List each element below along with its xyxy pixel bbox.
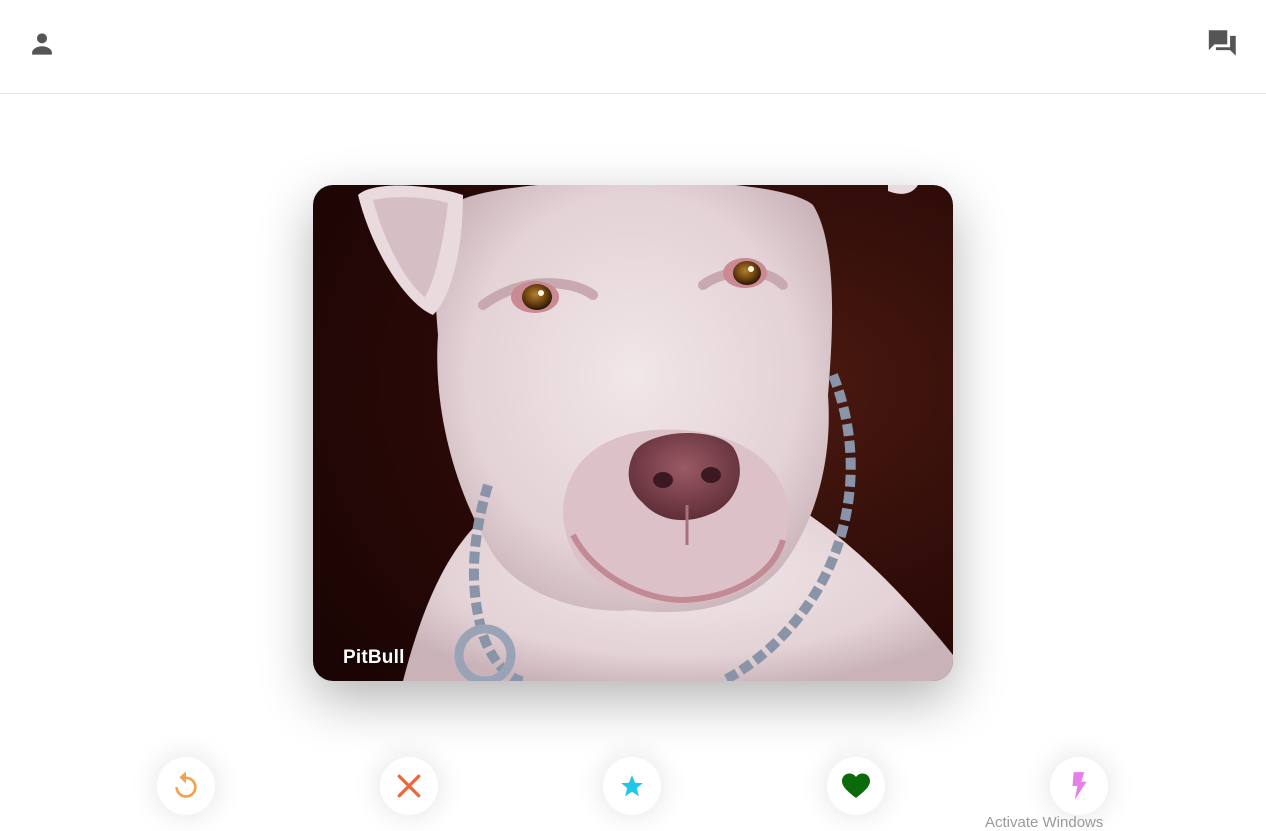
- flash-icon: [1072, 772, 1087, 800]
- person-icon: [32, 33, 52, 55]
- replay-icon: [175, 771, 197, 798]
- profile-card[interactable]: PitBull: [313, 185, 953, 681]
- profile-button[interactable]: [22, 23, 62, 63]
- windows-activation-watermark: Activate Windows: [985, 814, 1104, 831]
- rewind-button[interactable]: [157, 757, 215, 815]
- forum-icon: [1208, 30, 1236, 56]
- nope-button[interactable]: [380, 757, 438, 815]
- super-like-button[interactable]: [603, 757, 661, 815]
- chats-button[interactable]: [1203, 23, 1243, 63]
- card-name: PitBull: [343, 647, 405, 668]
- top-header: [0, 0, 1266, 94]
- heart-icon: [842, 773, 870, 798]
- close-icon: [397, 774, 421, 798]
- dog-photo: [313, 185, 953, 681]
- like-button[interactable]: [827, 757, 885, 815]
- star-icon: [621, 775, 643, 797]
- boost-button[interactable]: [1050, 757, 1108, 815]
